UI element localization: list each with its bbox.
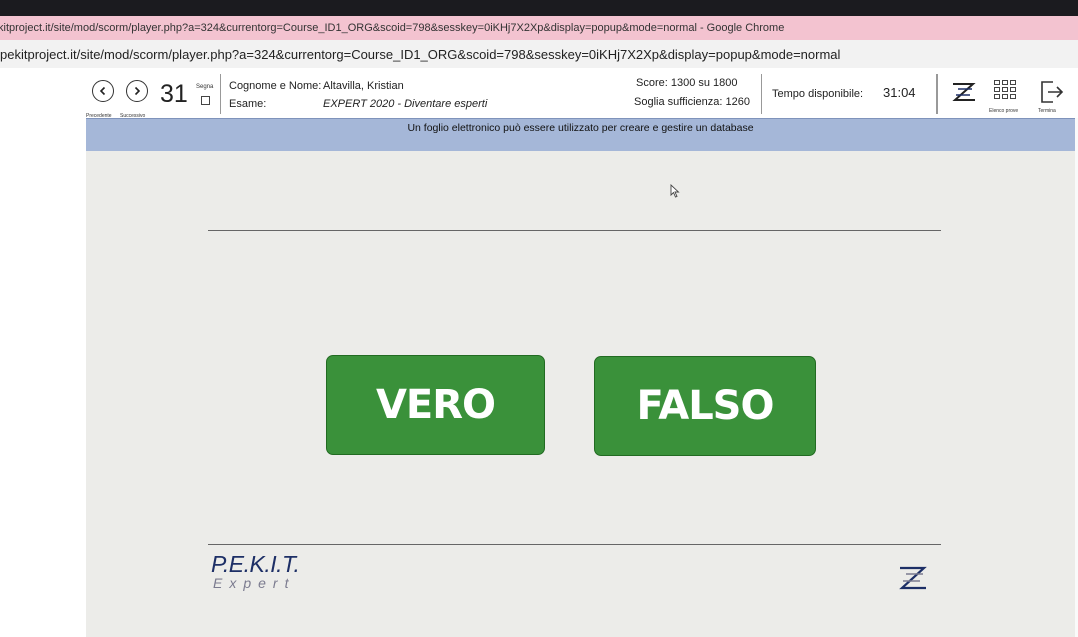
window-title-bar: kitproject.it/site/mod/scorm/player.php?… [0,16,1078,40]
top-separator [208,230,941,231]
question-text: Un foglio elettronico può essere utilizz… [407,122,754,134]
chevron-right-icon [134,86,141,96]
question-number: 31 [160,80,188,108]
name-label: Cognome e Nome: [229,80,322,92]
address-url[interactable]: pekitproject.it/site/mod/scorm/player.ph… [0,47,840,62]
answer-true-label: VERO [375,382,496,428]
question-bar: Un foglio elettronico può essere utilizz… [86,118,1075,152]
cursor-icon [670,184,680,198]
segna-label: Segna [196,84,214,90]
address-bar[interactable]: pekitproject.it/site/mod/scorm/player.ph… [0,40,1078,69]
segna-checkbox[interactable] [201,96,210,105]
name-value: Altavilla, Kristian [323,80,404,92]
time-label: Tempo disponibile: [772,88,864,100]
answer-true-button[interactable]: VERO [326,355,545,455]
answer-false-button[interactable]: FALSO [594,356,816,456]
divider [761,74,762,114]
next-button[interactable] [126,80,148,102]
pekit-logo-icon [952,83,976,101]
termina-label: Termina [1038,108,1056,114]
player-toolbar: Precedente Successivo 31 Segna Cognome e… [0,68,1078,119]
answer-false-label: FALSO [636,383,775,429]
pekit-logo-icon [899,566,927,590]
chevron-left-icon [99,86,106,96]
left-margin [0,118,86,637]
divider [936,74,938,114]
elenco-label: Elenco prove [989,108,1019,114]
previous-button[interactable] [92,80,114,102]
exit-icon[interactable] [1039,79,1065,105]
pekit-logo-subtext: Expert [213,575,296,591]
question-stage: VERO FALSO P.E.K.I.T. Expert [86,151,1075,637]
exam-value: EXPERT 2020 - Diventare esperti [323,98,488,110]
window-title: kitproject.it/site/mod/scorm/player.php?… [0,22,785,34]
bottom-separator [208,544,941,545]
score-text: Score: 1300 su 1800 [636,77,738,89]
pekit-logo-text: P.E.K.I.T. [211,551,300,577]
threshold-text: Soglia sufficienza: 1260 [634,96,750,108]
time-value: 31:04 [883,85,916,100]
divider [220,74,221,114]
exam-label: Esame: [229,98,267,110]
